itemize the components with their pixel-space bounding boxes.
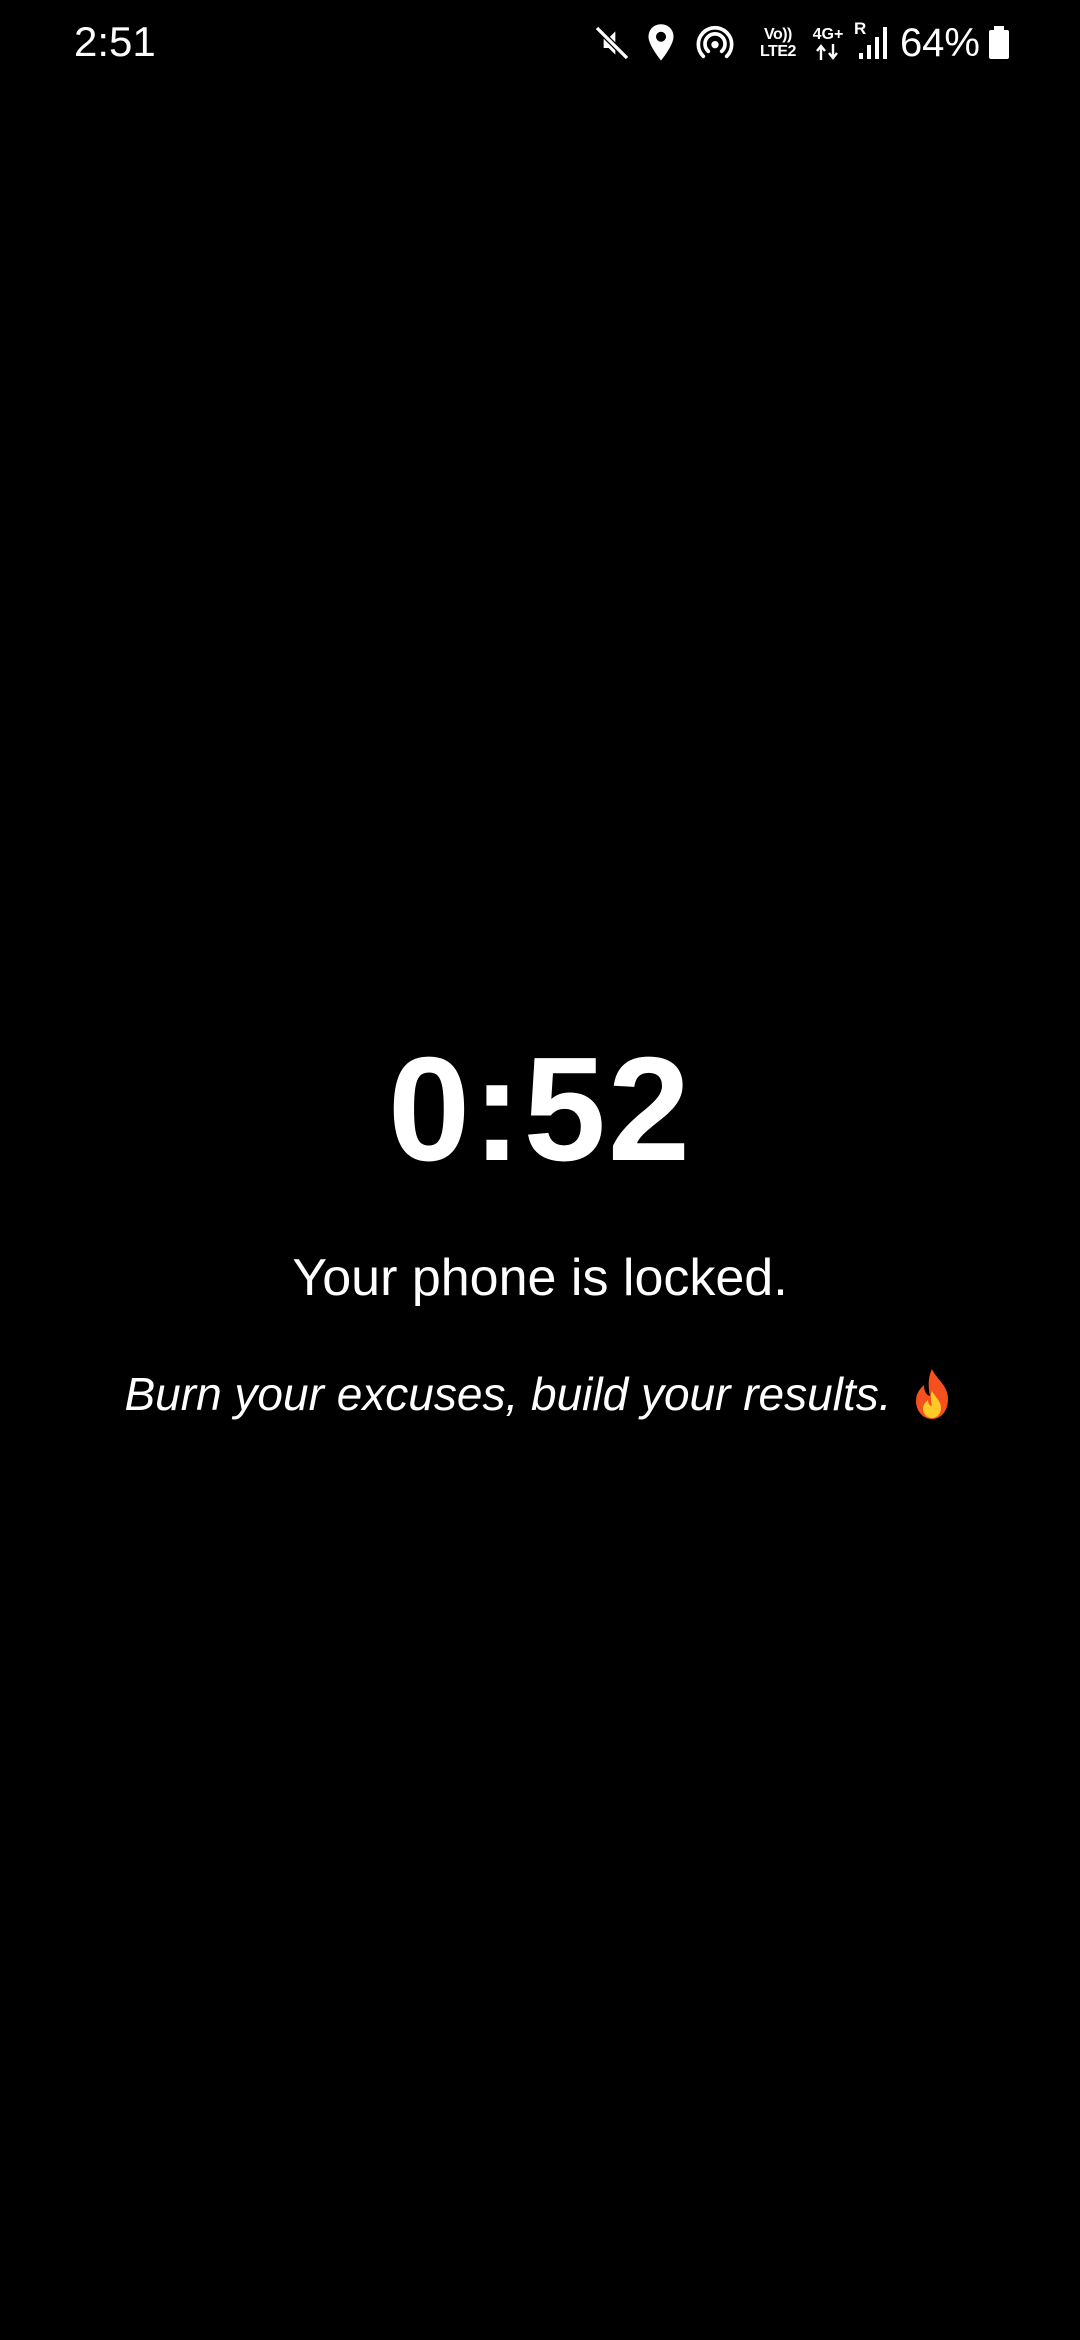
volte-top-label: Vo)) [763, 26, 792, 43]
volte-icon: Vo)) LTE2 [756, 23, 800, 63]
signal-icon: R [854, 19, 890, 63]
hotspot-icon [692, 23, 738, 63]
motivation-line: Burn your excuses, build your results. [0, 1364, 1080, 1424]
status-icons: Vo)) LTE2 4G+ R 64% [592, 18, 1010, 68]
data-arrows-icon [816, 43, 838, 60]
battery-icon [988, 26, 1010, 60]
motivation-quote: Burn your excuses, build your results. [124, 1368, 892, 1420]
mute-icon [592, 23, 632, 63]
volte-bottom-label: LTE2 [759, 43, 796, 60]
status-bar: 2:51 Vo)) LTE2 4G+ R 64% [0, 0, 1080, 90]
network-type-label: 4G+ [812, 25, 844, 43]
roaming-label: R [853, 19, 867, 38]
lock-content: 0:52 Your phone is locked. Burn your exc… [0, 1030, 1080, 1424]
locked-message: Your phone is locked. [292, 1249, 788, 1307]
countdown-timer: 0:52 [387, 1027, 693, 1192]
data-4g-icon: 4G+ [810, 23, 846, 63]
status-time: 2:51 [74, 18, 156, 65]
location-icon [644, 23, 678, 63]
battery-percent: 64% [899, 21, 980, 65]
fire-icon [908, 1367, 956, 1421]
